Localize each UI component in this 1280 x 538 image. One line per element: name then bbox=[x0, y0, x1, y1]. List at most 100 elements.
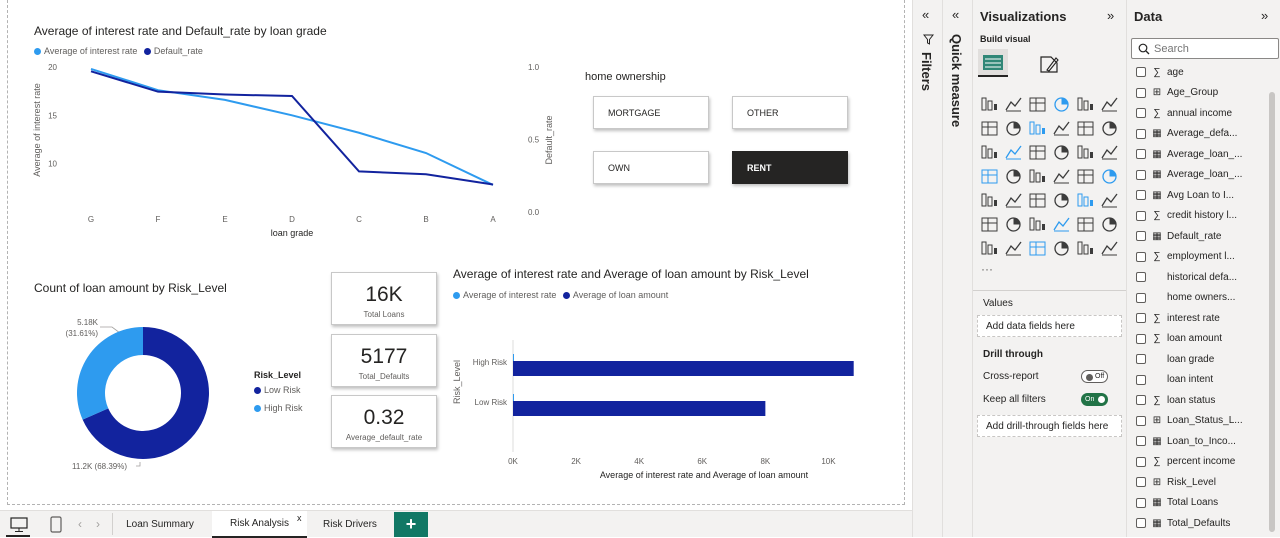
more-b-icon[interactable] bbox=[1077, 241, 1093, 255]
drill-through-field-well[interactable]: Add drill-through fields here bbox=[977, 415, 1122, 437]
line-cluster-icon[interactable] bbox=[1077, 121, 1094, 136]
qa-icon[interactable] bbox=[1029, 217, 1045, 231]
data-field-row[interactable]: ⊞ Age_Group bbox=[1136, 83, 1276, 103]
waterfall-icon[interactable] bbox=[981, 145, 997, 159]
r-visual-icon[interactable] bbox=[1077, 193, 1093, 207]
clustered-column-icon[interactable] bbox=[1054, 97, 1069, 112]
data-field-row[interactable]: ∑ interest rate bbox=[1136, 308, 1276, 328]
donut-chart[interactable]: 5.18K (31.61%) 11.2K (68.39%) bbox=[60, 300, 240, 475]
ribbon-icon[interactable] bbox=[1102, 121, 1117, 136]
data-field-row[interactable]: ∑ employment l... bbox=[1136, 247, 1276, 267]
field-checkbox[interactable] bbox=[1136, 354, 1146, 364]
field-checkbox[interactable] bbox=[1136, 292, 1146, 303]
data-field-row[interactable]: ∑ percent income bbox=[1136, 452, 1276, 472]
field-checkbox[interactable] bbox=[1136, 395, 1146, 405]
tab-risk-analysis[interactable]: Risk Analysis bbox=[212, 511, 307, 538]
bar-interest-rate[interactable] bbox=[513, 354, 514, 361]
line-icon[interactable] bbox=[981, 121, 998, 136]
field-checkbox[interactable] bbox=[1136, 190, 1146, 200]
gauge-icon[interactable] bbox=[1053, 169, 1070, 184]
100-column-icon[interactable] bbox=[1101, 97, 1118, 112]
shape-map-icon[interactable] bbox=[1029, 241, 1046, 256]
desktop-view-icon[interactable] bbox=[10, 517, 28, 533]
mobile-view-icon[interactable] bbox=[50, 516, 62, 533]
bar-interest-rate[interactable] bbox=[513, 394, 514, 401]
decomposition-tree-icon[interactable] bbox=[1006, 217, 1021, 232]
key-influencers-icon[interactable] bbox=[981, 217, 998, 232]
donut-slice-high-risk[interactable] bbox=[76, 327, 143, 420]
pie-icon[interactable] bbox=[1054, 145, 1069, 160]
tab-close-icon[interactable]: x bbox=[297, 513, 302, 523]
data-field-row[interactable]: ▦ Loan_to_Inco... bbox=[1136, 431, 1276, 451]
card-default-rate[interactable]: 0.32 Average_default_rate bbox=[331, 395, 437, 448]
power-automate-icon[interactable] bbox=[1005, 241, 1022, 256]
more-visuals-icon[interactable]: ··· bbox=[981, 262, 993, 276]
funnel-icon[interactable] bbox=[1005, 145, 1022, 160]
goals-icon[interactable] bbox=[1102, 217, 1117, 232]
paginated-icon[interactable] bbox=[1077, 217, 1094, 232]
field-checkbox[interactable] bbox=[1136, 333, 1146, 344]
field-checkbox[interactable] bbox=[1136, 477, 1146, 487]
100-bar-icon[interactable] bbox=[1077, 97, 1093, 111]
filters-collapse-icon[interactable]: « bbox=[922, 7, 929, 22]
slicer-icon[interactable] bbox=[1005, 193, 1022, 208]
table-icon[interactable] bbox=[1029, 193, 1046, 208]
field-checkbox[interactable] bbox=[1136, 374, 1146, 385]
visualizations-expand-icon[interactable]: » bbox=[1107, 8, 1114, 23]
stacked-bar-icon[interactable] bbox=[981, 97, 997, 111]
data-field-row[interactable]: ▦ Total Loans bbox=[1136, 493, 1276, 513]
keep-filters-toggle[interactable]: On bbox=[1081, 393, 1108, 406]
field-checkbox[interactable] bbox=[1136, 436, 1146, 446]
field-checkbox[interactable] bbox=[1136, 169, 1146, 180]
azure-map-icon[interactable] bbox=[1029, 169, 1045, 183]
data-field-row[interactable]: ▦ Average_defa... bbox=[1136, 124, 1276, 144]
data-search-box[interactable] bbox=[1131, 38, 1279, 59]
build-visual-tab[interactable] bbox=[978, 49, 1008, 77]
power-apps-icon[interactable] bbox=[981, 241, 997, 255]
line-column-icon[interactable] bbox=[1053, 121, 1070, 136]
data-search-input[interactable] bbox=[1154, 41, 1274, 56]
data-field-row[interactable]: loan grade bbox=[1136, 349, 1276, 369]
slicer-option-rent[interactable]: RENT bbox=[732, 151, 848, 184]
kpi-icon[interactable] bbox=[981, 193, 997, 207]
field-checkbox[interactable] bbox=[1136, 87, 1146, 98]
tab-loan-summary[interactable]: Loan Summary bbox=[115, 511, 205, 538]
field-checkbox[interactable] bbox=[1136, 272, 1146, 282]
python-visual-icon[interactable] bbox=[1101, 193, 1118, 208]
bar-chart[interactable]: Risk_Level Average of interest rate and … bbox=[440, 300, 905, 485]
treemap-icon[interactable] bbox=[1101, 145, 1118, 160]
field-checkbox[interactable] bbox=[1136, 149, 1146, 159]
field-checkbox[interactable] bbox=[1136, 415, 1146, 426]
tab-next-icon[interactable]: › bbox=[96, 517, 100, 531]
more-c-icon[interactable] bbox=[1101, 241, 1118, 256]
data-field-row[interactable]: ▦ Average_loan_... bbox=[1136, 165, 1276, 185]
data-field-row[interactable]: ∑ annual income bbox=[1136, 103, 1276, 123]
more-a-icon[interactable] bbox=[1054, 241, 1069, 256]
field-checkbox[interactable] bbox=[1136, 128, 1146, 139]
map-icon[interactable] bbox=[981, 169, 998, 184]
cross-report-toggle[interactable]: Off bbox=[1081, 370, 1108, 383]
field-checkbox[interactable] bbox=[1136, 456, 1146, 467]
format-visual-icon[interactable] bbox=[1037, 52, 1061, 76]
stacked-area-icon[interactable] bbox=[1029, 121, 1045, 135]
card-icon[interactable] bbox=[1077, 169, 1094, 184]
data-field-row[interactable]: ▦ Default_rate bbox=[1136, 226, 1276, 246]
card-total-loans[interactable]: 16K Total Loans bbox=[331, 272, 437, 325]
data-field-row[interactable]: ▦ Total_Defaults bbox=[1136, 513, 1276, 533]
series-line-interest-rate[interactable] bbox=[90, 67, 494, 186]
data-field-row[interactable]: ⊞ Risk_Level bbox=[1136, 472, 1276, 492]
scatter-icon[interactable] bbox=[1029, 145, 1046, 160]
stacked-column-icon[interactable] bbox=[1005, 97, 1022, 112]
data-field-row[interactable]: ▦ Avg Loan to I... bbox=[1136, 185, 1276, 205]
field-checkbox[interactable] bbox=[1136, 518, 1146, 528]
data-field-row[interactable]: ⊞ Loan_Status_L... bbox=[1136, 411, 1276, 431]
data-field-row[interactable]: home owners... bbox=[1136, 288, 1276, 308]
data-field-row[interactable]: loan intent bbox=[1136, 370, 1276, 390]
matrix-icon[interactable] bbox=[1054, 193, 1069, 208]
tab-risk-drivers[interactable]: Risk Drivers bbox=[312, 511, 388, 538]
multirow-card-icon[interactable] bbox=[1102, 169, 1117, 184]
data-field-row[interactable]: historical defa... bbox=[1136, 267, 1276, 287]
data-field-row[interactable]: ∑ credit history l... bbox=[1136, 206, 1276, 226]
field-checkbox[interactable] bbox=[1136, 210, 1146, 221]
field-checkbox[interactable] bbox=[1136, 67, 1146, 77]
